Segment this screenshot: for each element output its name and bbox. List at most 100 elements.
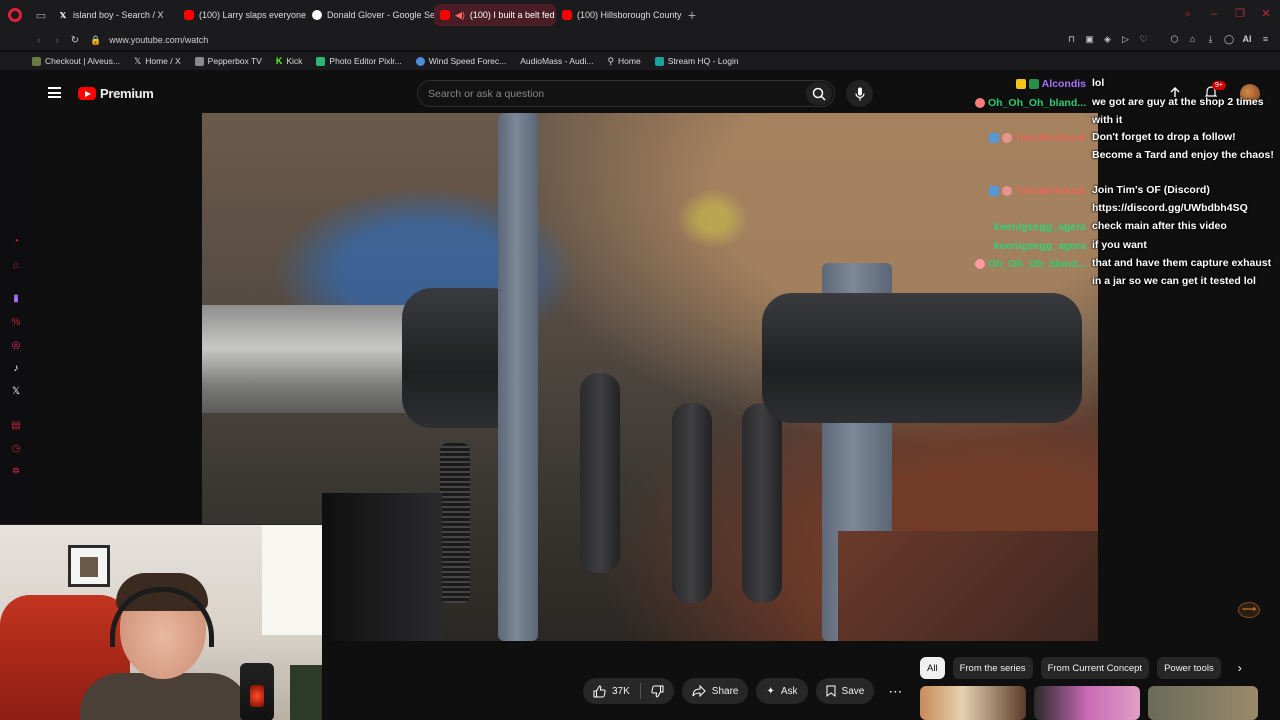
video-scene-part (838, 531, 1098, 641)
badge-icon (1015, 79, 1026, 90)
ask-button[interactable]: ✦ Ask (756, 678, 808, 704)
close-icon[interactable]: ✕ (1260, 8, 1272, 20)
ai-label[interactable]: AI (1242, 34, 1252, 45)
sparkle-icon: ✦ (766, 685, 775, 697)
webcam-scene (68, 545, 110, 587)
bookmark-favicon-icon (194, 56, 204, 66)
related-video-thumbnail[interactable] (920, 686, 1026, 720)
extensions-icon[interactable]: ⬡ (1170, 34, 1179, 45)
share-button[interactable]: Share (681, 678, 749, 704)
like-button[interactable]: 37K (583, 678, 640, 704)
search-icon (812, 87, 826, 101)
webcam-overlay (0, 524, 322, 720)
logo-text: Premium (100, 86, 154, 101)
like-count: 37K (612, 685, 630, 697)
notes-icon[interactable]: ▤ (10, 420, 22, 432)
bookmark-item[interactable]: Stream HQ - Login (654, 56, 739, 66)
stream-hq-icon (654, 56, 664, 66)
tab-title: (100) I built a belt fed p (469, 10, 556, 20)
tab-4-active[interactable]: ◀) (100) I built a belt fed p (434, 4, 556, 26)
address-bar: ‹ › ↻ 🔒 www.youtube.com/watch ⊓ ▣ ◈ ▷ ♡ … (0, 30, 1280, 50)
back-icon[interactable]: ‹ (30, 35, 48, 46)
maximize-icon[interactable]: ❐ (1234, 8, 1246, 20)
search-placeholder: Search or ask a question (428, 87, 545, 100)
heart-icon[interactable]: ♡ (1139, 34, 1148, 45)
related-video-thumbnail[interactable] (1148, 686, 1258, 720)
x-icon[interactable]: 𝕏 (10, 386, 22, 398)
menu-icon[interactable]: ≡ (1261, 34, 1270, 45)
minimize-icon[interactable]: – (1208, 8, 1220, 20)
video-actions: 37K Share ✦ Ask Save ⋯ (583, 678, 909, 704)
tab-1[interactable]: 𝕏 island boy - Search / X (52, 4, 178, 26)
chat-collapse-button[interactable]: ⟶ (1238, 602, 1260, 618)
browser-tab-strip: ▭ 𝕏 island boy - Search / X (100) Larry … (0, 0, 1280, 30)
bag-icon[interactable]: ⌂ (10, 260, 22, 272)
ask-label: Ask (780, 685, 798, 697)
related-video-thumbnail[interactable] (1034, 686, 1140, 720)
video-player[interactable] (202, 113, 1098, 641)
badge-icon (974, 259, 985, 270)
tab-island-icon[interactable]: ▭ (30, 9, 52, 22)
bookmark-icon[interactable]: ⊓ (1067, 34, 1076, 45)
tab-2[interactable]: (100) Larry slaps everyone t (178, 4, 306, 26)
download-icon[interactable]: ⤓ (1206, 34, 1215, 45)
more-actions-button[interactable]: ⋯ (882, 678, 909, 704)
badge-icon (1001, 186, 1012, 197)
webcam-scene (262, 525, 322, 635)
forward-icon[interactable]: › (48, 35, 66, 46)
bookmark-item[interactable]: Photo Editor Pixlr... (316, 56, 402, 66)
bookmark-item[interactable]: Checkout | Alveus... (32, 56, 120, 66)
snapshot-icon[interactable]: ▣ (1085, 34, 1094, 45)
bookmark-item[interactable]: 𝕏 Home / X (134, 56, 181, 67)
bookmark-item[interactable]: K Kick (276, 56, 303, 66)
bookmark-label: Stream HQ - Login (667, 56, 739, 66)
search-button[interactable] (806, 82, 832, 105)
location-pin-icon: ⚲ (607, 55, 615, 66)
percent-icon[interactable]: % (10, 317, 22, 329)
youtube-icon (184, 10, 194, 20)
account-icon[interactable]: ◯ (1224, 34, 1234, 45)
share-icon (692, 685, 706, 697)
history-icon[interactable]: ◷ (10, 443, 22, 455)
more-icon: ⋯ (888, 682, 903, 699)
tab-3[interactable]: Donald Glover - Google Se (306, 4, 434, 26)
youtube-logo[interactable]: Premium (78, 86, 154, 101)
save-label: Save (841, 685, 865, 697)
chip-all[interactable]: All (920, 657, 945, 679)
tiktok-icon[interactable]: ♪ (10, 363, 22, 375)
settings-icon[interactable]: ✲ (10, 466, 22, 478)
bookmark-item[interactable]: AudioMass - Audi... (520, 56, 593, 66)
audio-playing-icon[interactable]: ◀) (455, 10, 465, 21)
bookmark-label: Kick (286, 56, 303, 66)
address-bar-tools: ⊓ ▣ ◈ ▷ ♡ ⬡ ⌂ ⤓ ◯ AI ≡ (1067, 34, 1270, 45)
save-button[interactable]: Save (815, 678, 875, 704)
chip-from-current-concept[interactable]: From Current Concept (1040, 657, 1150, 679)
play-icon[interactable]: ▷ (1121, 34, 1130, 45)
bookmark-item[interactable]: Pepperbox TV (194, 56, 262, 66)
lock-icon[interactable]: 🔒 (90, 35, 101, 46)
bookmark-label: Home / X (145, 56, 181, 66)
bookmark-item[interactable]: ⚲ Home (607, 56, 640, 67)
search-tabs-icon[interactable]: ⌕ (1182, 8, 1194, 20)
chip-from-the-series[interactable]: From the series (952, 657, 1033, 679)
wallet-icon[interactable]: ⌂ (1188, 34, 1197, 45)
opera-logo-icon[interactable] (0, 0, 30, 30)
new-tab-button[interactable]: + (682, 7, 702, 23)
voice-search-button[interactable] (846, 80, 873, 107)
instagram-icon[interactable]: ◎ (10, 340, 22, 352)
video-scene-part (742, 403, 782, 603)
dislike-button[interactable] (641, 678, 674, 704)
search-input[interactable]: Search or ask a question (417, 80, 835, 107)
shield-icon[interactable]: ◈ (1103, 34, 1112, 45)
tab-5[interactable]: (100) Hillsborough County (556, 4, 682, 26)
reload-icon[interactable]: ↻ (66, 35, 84, 46)
bookmark-item[interactable]: Wind Speed Forec... (415, 56, 506, 66)
menu-icon[interactable] (48, 87, 61, 98)
twitch-icon[interactable]: ▮ (10, 293, 22, 305)
chip-power-tools[interactable]: Power tools (1157, 657, 1221, 679)
url-field[interactable]: www.youtube.com/watch (109, 35, 208, 45)
aria-icon[interactable]: ◔ (10, 236, 22, 248)
badge-icon (988, 133, 999, 144)
chevron-right-icon[interactable]: › (1229, 657, 1251, 679)
bookmark-label: Home (618, 56, 641, 66)
